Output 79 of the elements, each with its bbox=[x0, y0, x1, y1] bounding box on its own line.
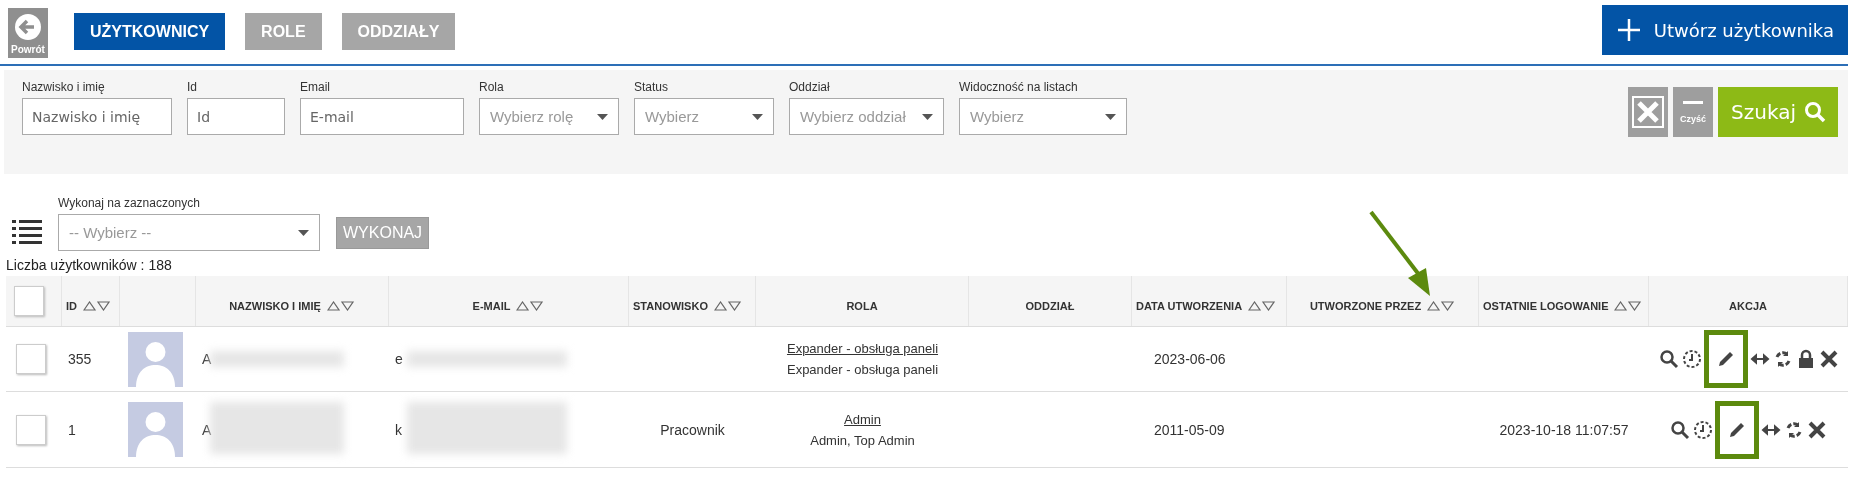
refresh-icon[interactable] bbox=[1784, 419, 1804, 440]
column-header: STANOWISKO bbox=[633, 300, 708, 312]
sort-icon[interactable] bbox=[713, 301, 742, 311]
user-id: 355 bbox=[68, 351, 92, 367]
role-list: Expander - obsługa paneli bbox=[786, 362, 939, 377]
back-button[interactable]: Powrót bbox=[8, 8, 48, 58]
select-all-checkbox[interactable] bbox=[14, 286, 44, 316]
created-date: 2011-05-09 bbox=[1154, 421, 1225, 438]
row-checkbox[interactable] bbox=[16, 344, 46, 374]
filter-input[interactable]: Nazwisko i imię bbox=[22, 98, 172, 135]
sort-icon[interactable] bbox=[516, 301, 545, 311]
role-link[interactable]: Admin bbox=[844, 411, 881, 427]
search-icon[interactable] bbox=[1670, 419, 1690, 440]
dash-icon bbox=[1683, 100, 1704, 104]
nav-tab[interactable]: UŻYTKOWNICY bbox=[74, 13, 226, 50]
caret-icon bbox=[298, 229, 309, 236]
close-icon[interactable] bbox=[1818, 349, 1839, 369]
nav-tab[interactable]: ODDZIAŁY bbox=[341, 13, 456, 50]
filter-input[interactable]: E-mail bbox=[300, 98, 464, 135]
avatar-icon bbox=[128, 331, 183, 387]
caret-icon bbox=[752, 113, 763, 120]
column-header: DATA UTWORZENIA bbox=[1136, 300, 1243, 312]
bulk-action-label: Wykonaj na zaznaczonych bbox=[58, 196, 201, 210]
column-header: E-MAIL bbox=[472, 300, 511, 312]
user-position: Pracownik bbox=[660, 421, 725, 438]
filter-label: Status bbox=[634, 80, 670, 94]
filter-label: Email bbox=[300, 80, 331, 94]
execute-button[interactable]: WYKONAJ bbox=[336, 217, 430, 249]
filter-label: Nazwisko i imię bbox=[22, 80, 106, 94]
filter-select[interactable]: Wybierz bbox=[634, 98, 774, 135]
filter-select[interactable]: Wybierz rolę bbox=[479, 98, 619, 135]
column-header: ID bbox=[66, 300, 77, 312]
last-login: 2023-10-18 11:07:57 bbox=[1499, 421, 1629, 438]
bulk-action-select[interactable]: -- Wybierz -- bbox=[58, 214, 320, 251]
filter-label: Id bbox=[187, 80, 198, 94]
clear-button[interactable]: Czyść bbox=[1673, 87, 1714, 137]
column-header: ODDZIAŁ bbox=[1025, 300, 1075, 312]
filter-label: Oddział bbox=[789, 80, 831, 94]
user-count: Liczba użytkowników : 188 bbox=[5, 256, 173, 275]
search-icon bbox=[1804, 101, 1826, 123]
filter-select[interactable]: Wybierz oddział bbox=[789, 98, 944, 135]
create-user-button[interactable]: Utwórz użytkownika bbox=[1601, 5, 1848, 55]
sort-icon[interactable] bbox=[326, 301, 355, 311]
sort-icon[interactable] bbox=[83, 301, 111, 311]
search-button[interactable]: Szukaj bbox=[1718, 87, 1838, 137]
search-icon[interactable] bbox=[1658, 349, 1679, 369]
list-icon[interactable] bbox=[12, 219, 42, 245]
clock-icon[interactable] bbox=[1693, 419, 1713, 440]
column-header: AKCJA bbox=[1729, 300, 1767, 312]
plus-icon bbox=[1617, 19, 1640, 41]
clock-icon[interactable] bbox=[1681, 349, 1702, 369]
caret-icon bbox=[597, 113, 608, 120]
close-icon[interactable] bbox=[1807, 419, 1827, 440]
sort-icon[interactable] bbox=[1248, 301, 1277, 311]
excel-export-button[interactable] bbox=[1628, 87, 1669, 137]
column-header: NAZWISKO I IMIĘ bbox=[229, 300, 321, 312]
filter-input[interactable]: Id bbox=[187, 98, 285, 135]
user-name: A bbox=[202, 421, 212, 438]
row-checkbox[interactable] bbox=[16, 414, 46, 445]
caret-icon bbox=[922, 113, 933, 120]
column-header: OSTATNIE LOGOWANIE bbox=[1483, 300, 1609, 312]
filter-label: Widoczność na listach bbox=[959, 80, 1079, 94]
nav-tab[interactable]: ROLE bbox=[245, 13, 322, 50]
role-list: Admin, Top Admin bbox=[810, 432, 915, 448]
avatar-icon bbox=[128, 402, 183, 457]
created-date: 2023-06-06 bbox=[1154, 351, 1226, 367]
filter-label: Rola bbox=[479, 80, 505, 94]
sort-icon[interactable] bbox=[1427, 301, 1456, 311]
user-email: k bbox=[395, 421, 402, 438]
spreadsheet-icon bbox=[1631, 95, 1666, 129]
filter-select[interactable]: Wybierz bbox=[959, 98, 1127, 135]
role-link[interactable]: Expander - obsługa paneli bbox=[786, 341, 939, 356]
sort-icon[interactable] bbox=[1614, 301, 1643, 311]
user-email: e bbox=[395, 351, 403, 367]
column-header: ROLA bbox=[846, 300, 878, 312]
user-id: 1 bbox=[68, 421, 76, 438]
caret-icon bbox=[1105, 113, 1116, 120]
column-header: UTWORZONE PRZEZ bbox=[1309, 300, 1422, 312]
user-name: A bbox=[202, 351, 212, 367]
